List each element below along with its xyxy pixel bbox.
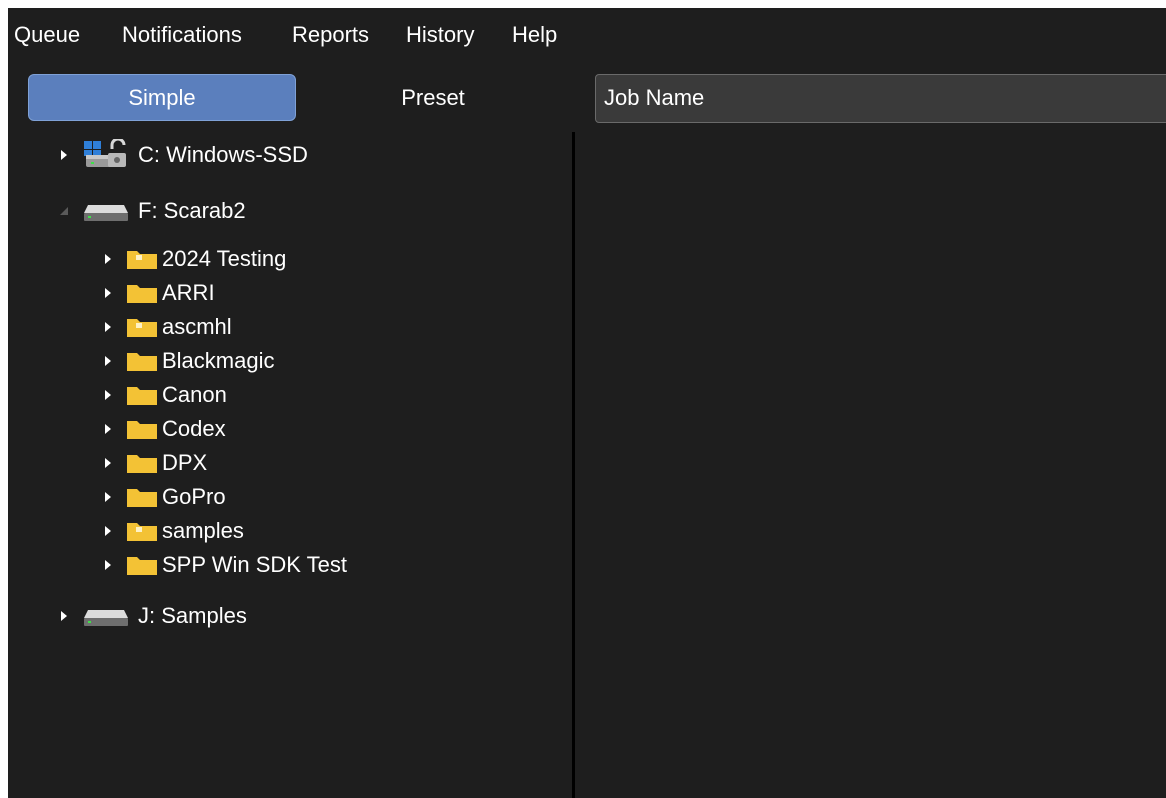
expand-arrow-icon[interactable] [100,455,116,471]
tree-item-label: Blackmagic [162,348,275,373]
tree-item-label: Codex [162,416,226,441]
app-window: Queue Notifications Reports History Help… [8,8,1166,798]
tree-item-folder[interactable]: Codex [100,412,226,446]
menu-help[interactable]: Help [512,22,557,48]
menu-queue[interactable]: Queue [14,22,80,48]
tree-item-folder[interactable]: Blackmagic [100,344,274,378]
folder-icon [126,418,158,440]
expand-arrow-icon[interactable] [100,523,116,539]
panel-divider[interactable] [572,132,575,798]
drive-icon [82,601,132,631]
expand-arrow-icon[interactable] [56,147,72,163]
expand-arrow-icon[interactable] [100,285,116,301]
tree-item-label: DPX [162,450,208,475]
expand-arrow-icon[interactable] [100,387,116,403]
tree-item-folder[interactable]: DPX [100,446,207,480]
folder-icon [126,282,158,304]
tree-item-label: 2024 Testing [162,246,287,271]
tree-item-folder[interactable]: samples [100,514,244,548]
folder-icon [126,520,158,542]
expand-arrow-icon[interactable] [100,251,116,267]
job-name-header: Job Name [595,74,1166,123]
tree-item-label: ascmhl [162,314,232,339]
tree-item-folder[interactable]: GoPro [100,480,226,514]
collapse-arrow-icon[interactable] [56,203,72,219]
tree-item-f-drive[interactable]: F: Scarab2 [56,194,246,228]
menu-notifications[interactable]: Notifications [122,22,242,48]
expand-arrow-icon[interactable] [100,489,116,505]
folder-icon [126,316,158,338]
tree-item-label: ARRI [162,280,215,305]
expand-arrow-icon[interactable] [100,353,116,369]
folder-icon [126,554,158,576]
tree-item-folder[interactable]: ascmhl [100,310,232,344]
folder-icon [126,452,158,474]
menu-reports[interactable]: Reports [292,22,369,48]
tree-item-label: J: Samples [138,603,247,628]
tree-item-label: SPP Win SDK Test [162,552,348,577]
tree-item-label: GoPro [162,484,226,509]
simple-tab-button[interactable]: Simple [28,74,296,121]
tree-item-label: samples [162,518,244,543]
folder-icon [126,248,158,270]
tree-item-folder[interactable]: ARRI [100,276,215,310]
expand-arrow-icon[interactable] [100,421,116,437]
preset-tab-button[interactable]: Preset [308,74,558,121]
folder-icon [126,486,158,508]
tree-item-folder[interactable]: SPP Win SDK Test [100,548,347,582]
tree-item-folder[interactable]: Canon [100,378,227,412]
tree-item-j-drive[interactable]: J: Samples [56,599,247,633]
windows-drive-icon [82,139,132,170]
tree-item-folder[interactable]: 2024 Testing [100,242,286,276]
expand-arrow-icon[interactable] [100,557,116,573]
expand-arrow-icon[interactable] [56,608,72,624]
tree-item-label: Canon [162,382,227,407]
folder-icon [126,384,158,406]
expand-arrow-icon[interactable] [100,319,116,335]
tree-item-label: C: Windows-SSD [138,142,308,167]
menu-history[interactable]: History [406,22,474,48]
tree-item-label: F: Scarab2 [138,198,246,223]
menu-bar: Queue Notifications Reports History Help [8,8,1166,64]
drive-icon [82,196,132,226]
folder-icon [126,350,158,372]
tree-item-c-drive[interactable]: C: Windows-SSD [56,138,308,172]
